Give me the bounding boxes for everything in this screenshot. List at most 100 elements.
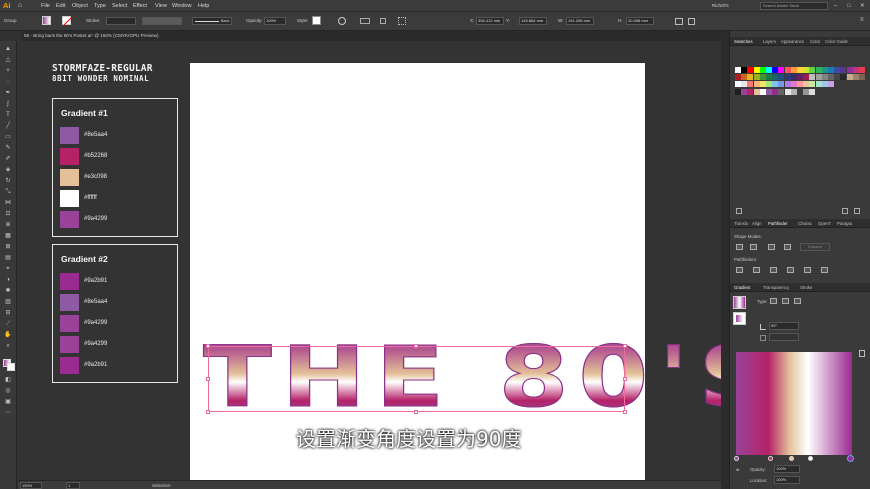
gradient-stop[interactable] — [808, 456, 813, 461]
color-swatch[interactable] — [772, 67, 779, 73]
gradient-stop[interactable] — [734, 456, 739, 461]
color-swatch[interactable] — [784, 74, 791, 81]
menu-type[interactable]: Type — [94, 3, 106, 9]
color-swatch[interactable] — [852, 67, 859, 73]
home-icon[interactable]: ⌂ — [18, 2, 26, 10]
color-swatch[interactable] — [821, 81, 828, 88]
recolor-icon[interactable] — [338, 17, 346, 25]
color-swatch[interactable] — [766, 88, 772, 95]
scale-tool-icon[interactable]: ⤡ — [4, 189, 12, 195]
zoom-field[interactable]: 150% — [20, 482, 42, 489]
color-swatch[interactable] — [846, 74, 853, 81]
tab-stroke[interactable]: Stroke — [800, 285, 812, 290]
paintbrush-icon[interactable]: ✎ — [4, 145, 12, 151]
color-swatch[interactable] — [784, 67, 791, 73]
menu-help[interactable]: Help — [198, 3, 209, 9]
gradient-2-swatch[interactable] — [60, 294, 79, 311]
gradient-1-swatch[interactable] — [60, 169, 79, 186]
color-swatch[interactable] — [784, 81, 791, 88]
stop-opacity-field[interactable]: 100% — [774, 465, 800, 473]
resize-handle[interactable] — [623, 377, 627, 381]
color-swatch[interactable] — [747, 81, 754, 88]
resize-handle[interactable] — [414, 344, 418, 348]
tab-swatches[interactable]: Swatches — [734, 39, 753, 44]
delete-swatch-icon[interactable] — [854, 208, 860, 214]
color-swatch[interactable] — [766, 74, 772, 81]
width-tool-icon[interactable]: ⋈ — [4, 200, 12, 206]
expand-button[interactable]: Expand — [800, 243, 830, 251]
color-swatch[interactable] — [753, 74, 760, 81]
gradient-2-swatch[interactable] — [60, 315, 79, 332]
transform-panel-icon[interactable] — [675, 18, 683, 25]
trash-icon[interactable] — [859, 350, 865, 357]
blend-tool-icon[interactable]: ◑ — [4, 277, 12, 283]
color-swatch[interactable] — [828, 74, 834, 81]
color-swatch[interactable] — [747, 67, 754, 73]
color-swatch[interactable] — [772, 81, 779, 88]
color-swatch[interactable] — [809, 67, 816, 73]
close-button[interactable]: ✕ — [860, 3, 865, 9]
color-swatch[interactable] — [772, 74, 779, 81]
panel-collapse-strip[interactable] — [721, 31, 729, 489]
tab-pathfinder[interactable]: Pathfinder — [768, 221, 788, 226]
reference-point-icon[interactable] — [398, 17, 406, 25]
gradient-stop[interactable] — [789, 456, 794, 461]
height-field[interactable]: 30.498 mm — [626, 17, 654, 25]
color-swatch[interactable] — [790, 74, 797, 81]
draw-mode-icon[interactable]: ◎ — [4, 388, 12, 394]
color-swatch[interactable] — [790, 81, 797, 88]
stop-location-field[interactable]: 100% — [774, 476, 800, 484]
color-swatch[interactable] — [815, 74, 822, 81]
pen-tool-icon[interactable]: ✒ — [4, 90, 12, 96]
line-tool-icon[interactable]: ╱ — [4, 123, 12, 129]
color-swatch[interactable] — [747, 74, 754, 81]
color-swatch[interactable] — [797, 74, 803, 81]
color-swatch[interactable] — [766, 67, 772, 73]
color-swatch[interactable] — [840, 67, 847, 73]
eyedropper-icon[interactable]: ⌖ — [4, 266, 12, 272]
gradient-preview-swatch[interactable] — [733, 296, 746, 309]
color-swatch[interactable] — [797, 88, 803, 95]
outline-icon[interactable] — [804, 267, 811, 273]
color-swatch[interactable] — [803, 74, 810, 81]
maximize-button[interactable]: □ — [847, 3, 850, 9]
mesh-tool-icon[interactable]: ⊞ — [4, 244, 12, 250]
color-swatch[interactable] — [778, 67, 785, 73]
menu-window[interactable]: Window — [172, 3, 192, 9]
workspace-switcher[interactable]: RichOl's — [712, 3, 729, 8]
document-tab[interactable]: 58 - Bring back the 80's Poster.ai* @ 15… — [22, 31, 722, 41]
color-swatch[interactable] — [821, 74, 828, 81]
merge-icon[interactable] — [770, 267, 777, 273]
color-swatch[interactable] — [766, 81, 772, 88]
shape-builder-icon[interactable]: ⊕ — [4, 222, 12, 228]
color-swatch[interactable] — [735, 81, 741, 88]
color-swatch[interactable] — [834, 67, 841, 73]
color-swatch[interactable] — [846, 67, 853, 73]
freeform-gradient-icon[interactable] — [794, 298, 801, 304]
lasso-icon[interactable]: ◌ — [4, 79, 12, 85]
resize-handle[interactable] — [623, 344, 627, 348]
free-transform-icon[interactable]: ⊡ — [4, 211, 12, 217]
color-mode-icon[interactable]: ◧ — [4, 377, 12, 383]
screen-mode-icon[interactable]: ▣ — [4, 399, 12, 405]
color-swatch[interactable] — [753, 88, 760, 95]
color-swatch[interactable] — [741, 74, 748, 81]
resize-handle[interactable] — [206, 377, 210, 381]
color-swatch[interactable] — [753, 81, 760, 88]
menu-effect[interactable]: Effect — [133, 3, 147, 9]
color-swatch[interactable] — [840, 74, 847, 81]
tab-color[interactable]: Color — [810, 39, 820, 44]
color-swatch[interactable] — [834, 74, 841, 81]
gradient-slider[interactable] — [736, 352, 852, 455]
menu-edit[interactable]: Edit — [56, 3, 65, 9]
shaper-tool-icon[interactable]: ✐ — [4, 156, 12, 162]
unite-icon[interactable] — [736, 244, 743, 250]
menu-select[interactable]: Select — [112, 3, 127, 9]
angle-field[interactable]: 90° — [769, 322, 799, 330]
color-swatch[interactable] — [859, 67, 865, 73]
symbol-sprayer-icon[interactable]: ✺ — [4, 288, 12, 294]
tab-layers[interactable]: Layers — [763, 39, 776, 44]
trim-icon[interactable] — [753, 267, 760, 273]
tab-color-guide[interactable]: Color Guide — [825, 39, 848, 44]
crop-icon[interactable] — [787, 267, 794, 273]
